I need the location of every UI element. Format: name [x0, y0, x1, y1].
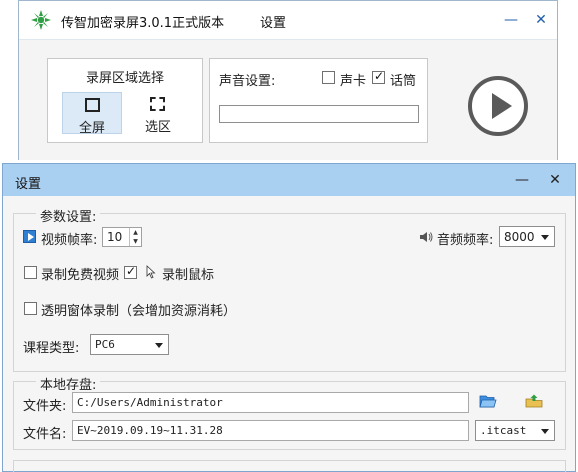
close-icon[interactable]: ✕ [530, 9, 552, 31]
cursor-icon [146, 265, 156, 279]
sound-card-checkbox[interactable] [322, 71, 335, 84]
microphone-label: 话筒 [390, 74, 417, 89]
settings-window: 设置 — ✕ 参数设置: 视频帧率: 10 ▲ ▼ 音频频率: 8000 录制免费… [2, 163, 576, 472]
course-type-select[interactable]: PC6 [90, 334, 169, 355]
folder-label: 文件夹: [23, 399, 67, 414]
minimize-icon[interactable]: — [500, 9, 522, 31]
microphone-checkbox[interactable] [372, 69, 385, 84]
region-title: 录屏区域选择 [85, 71, 164, 86]
upload-folder-icon[interactable] [525, 394, 543, 408]
play-icon[interactable] [468, 76, 528, 136]
audio-rate-label: 音频频率: [437, 233, 494, 248]
settings-minimize-icon[interactable]: — [511, 169, 533, 191]
params-group: 参数设置: 视频帧率: 10 ▲▼ 音频频率: 8000 录制免费视频 录制鼠标… [13, 206, 566, 372]
selection-icon [150, 97, 165, 111]
fps-stepper-arrows[interactable]: ▲ ▼ [129, 228, 141, 246]
extension-select[interactable]: .itcast [475, 420, 555, 441]
storage-legend: 本地存盘: [36, 374, 101, 393]
recorder-body: 录屏区域选择 全屏 选区 声音设置: 声卡 话筒 [19, 39, 557, 160]
next-group [13, 460, 566, 472]
course-type-value: PC6 [95, 338, 115, 351]
sound-card-label: 声卡 [340, 74, 367, 89]
record-mouse-checkbox[interactable] [124, 264, 137, 279]
transparent-window-label: 透明窗体录制（会增加资源消耗） [41, 304, 237, 319]
sound-panel: 声音设置: 声卡 话筒 [209, 58, 428, 143]
settings-title: 设置 [15, 177, 42, 192]
chevron-down-icon [541, 235, 549, 240]
app-logo-icon [31, 10, 51, 30]
settings-titlebar: 设置 — ✕ [3, 164, 575, 196]
filename-input[interactable] [73, 421, 468, 440]
filename-label: 文件名: [23, 427, 67, 442]
fps-label: 视频帧率: [41, 233, 98, 248]
fullscreen-icon [85, 98, 100, 112]
params-legend: 参数设置: [36, 206, 101, 225]
chevron-down-icon [155, 343, 163, 348]
recorder-window: 传智加密录屏3.0.1正式版本 设置 — ✕ 录屏区域选择 全屏 选区 声音设置… [18, 0, 558, 160]
record-free-video-checkbox[interactable] [24, 266, 37, 279]
selection-button[interactable]: 选区 [128, 92, 188, 135]
fps-value: 10 [107, 230, 123, 244]
transparent-window-checkbox[interactable] [24, 302, 37, 315]
storage-group: 本地存盘: 文件夹: 文件名: .itcast [13, 374, 566, 450]
video-icon [23, 230, 36, 243]
fullscreen-button[interactable]: 全屏 [62, 92, 122, 136]
recorder-titlebar: 传智加密录屏3.0.1正式版本 设置 — ✕ [19, 1, 557, 39]
settings-link[interactable]: 设置 [260, 12, 286, 31]
record-free-video-label: 录制免费视频 [41, 268, 120, 283]
filename-field[interactable] [72, 420, 469, 441]
region-select-panel: 录屏区域选择 全屏 选区 [47, 58, 203, 143]
extension-value: .itcast [480, 424, 527, 437]
folder-path-input[interactable] [73, 393, 468, 412]
chevron-down-icon [541, 429, 549, 434]
volume-level-bar [219, 105, 419, 123]
app-title: 传智加密录屏3.0.1正式版本 [61, 16, 225, 31]
sound-label: 声音设置: [219, 74, 276, 89]
fullscreen-label: 全屏 [78, 121, 105, 136]
fps-stepper[interactable]: 10 ▲ ▼ [102, 227, 142, 247]
speaker-icon [420, 232, 433, 242]
audio-rate-select[interactable]: 8000 [499, 226, 555, 247]
open-folder-icon[interactable] [479, 394, 497, 408]
record-mouse-label: 录制鼠标 [162, 268, 215, 283]
settings-close-icon[interactable]: ✕ [544, 169, 566, 191]
selection-label: 选区 [144, 120, 171, 135]
course-type-label: 课程类型: [23, 341, 80, 356]
folder-path-field[interactable] [72, 392, 469, 413]
audio-rate-value: 8000 [504, 230, 535, 244]
